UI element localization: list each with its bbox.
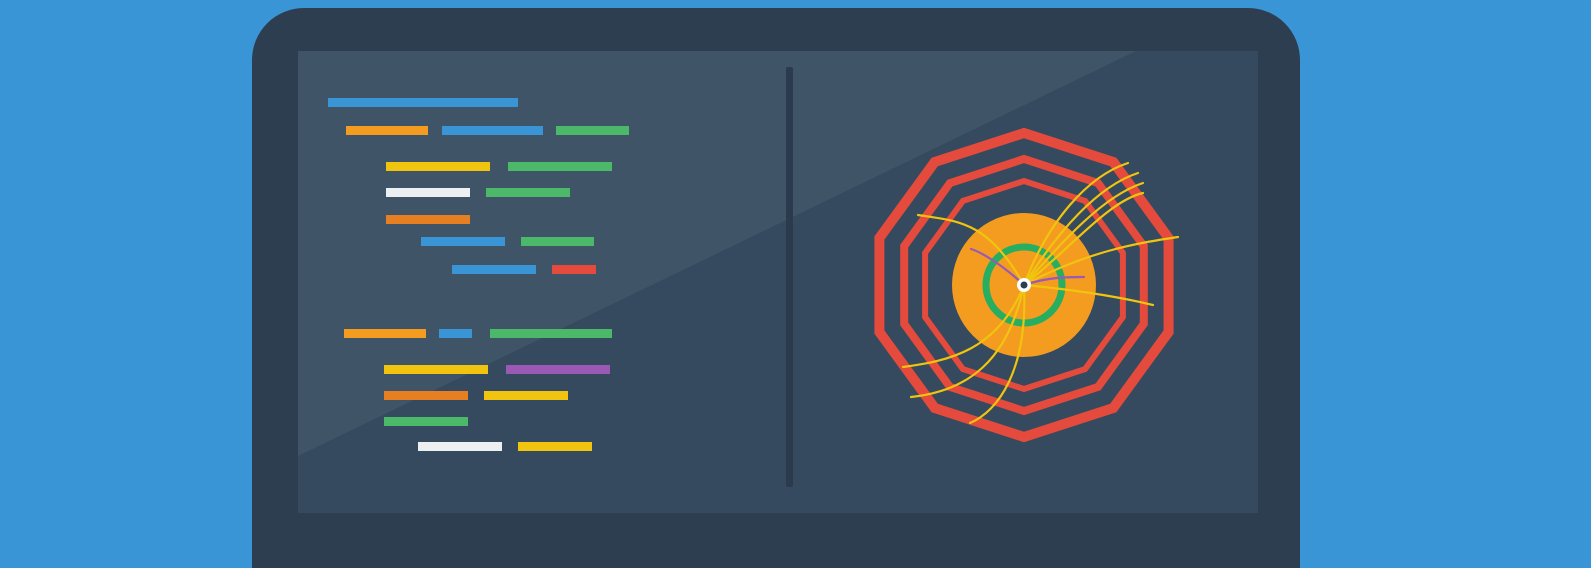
laptop-body — [252, 8, 1300, 568]
laptop-screen — [298, 51, 1258, 513]
particle-detector-diagram — [874, 127, 1180, 443]
collision-vertex-core — [1020, 281, 1028, 289]
